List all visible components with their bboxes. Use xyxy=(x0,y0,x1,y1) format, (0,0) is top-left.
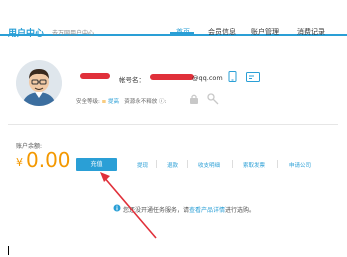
annotation-arrow xyxy=(100,172,157,239)
text-cursor xyxy=(8,246,9,255)
